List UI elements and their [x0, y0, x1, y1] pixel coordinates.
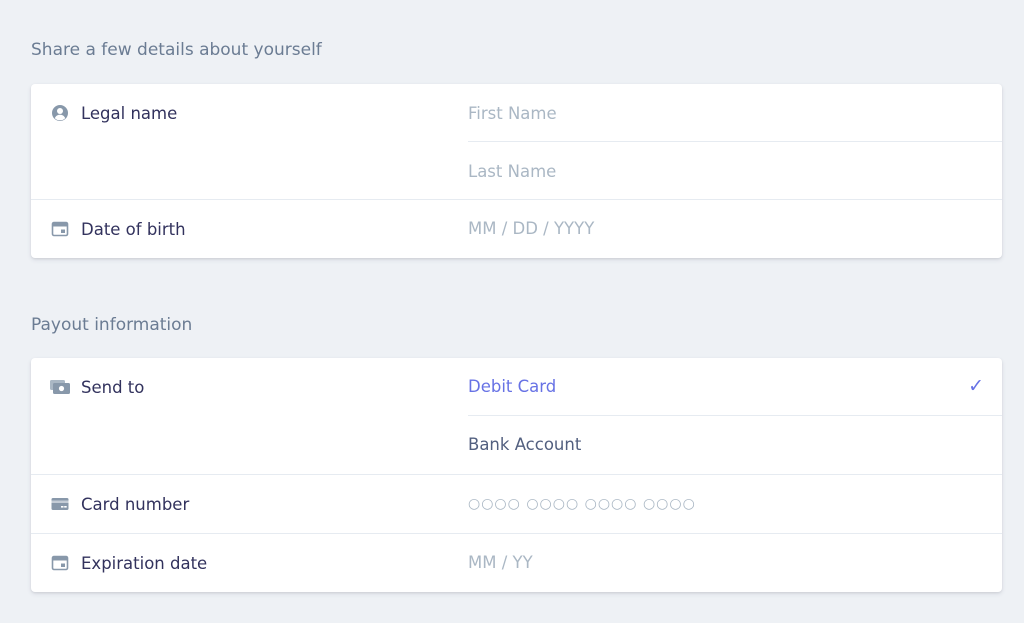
section-title-personal: Share a few details about yourself — [31, 40, 322, 60]
option-debit-card-label: Debit Card — [468, 377, 557, 396]
card-number-label: Card number — [81, 495, 190, 514]
last-name-row — [468, 142, 1002, 200]
section-title-payout: Payout information — [31, 315, 193, 335]
option-bank-account-label: Bank Account — [468, 435, 582, 454]
legal-name-row: Legal name — [31, 84, 1002, 142]
personal-details-card: Legal name Date of birth — [31, 84, 1002, 258]
expiration-date-input[interactable] — [468, 551, 968, 573]
credit-card-icon — [51, 495, 69, 513]
money-icon — [49, 378, 70, 396]
first-name-input[interactable] — [468, 102, 968, 124]
legal-name-label: Legal name — [81, 104, 178, 123]
send-to-row: Send to — [31, 358, 468, 416]
option-debit-card[interactable]: Debit Card ✓ — [468, 358, 1002, 416]
card-number-row: Card number — [31, 475, 1002, 533]
date-of-birth-input[interactable] — [468, 217, 968, 239]
page: Share a few details about yourself Legal… — [0, 0, 1024, 623]
last-name-input[interactable] — [468, 160, 968, 182]
card-number-input[interactable] — [468, 493, 968, 515]
option-bank-account[interactable]: Bank Account — [468, 416, 1002, 474]
user-circle-icon — [51, 104, 69, 122]
date-of-birth-row: Date of birth — [31, 200, 1002, 258]
date-of-birth-label: Date of birth — [81, 220, 186, 239]
expiration-date-label: Expiration date — [81, 554, 208, 573]
expiration-date-row: Expiration date — [31, 534, 1002, 592]
payout-card: Send to Debit Card ✓ Bank Account Card n… — [31, 358, 1002, 592]
send-to-label: Send to — [81, 378, 145, 397]
calendar-icon — [51, 220, 69, 238]
calendar-icon — [51, 554, 69, 572]
checkmark-icon: ✓ — [968, 375, 984, 397]
